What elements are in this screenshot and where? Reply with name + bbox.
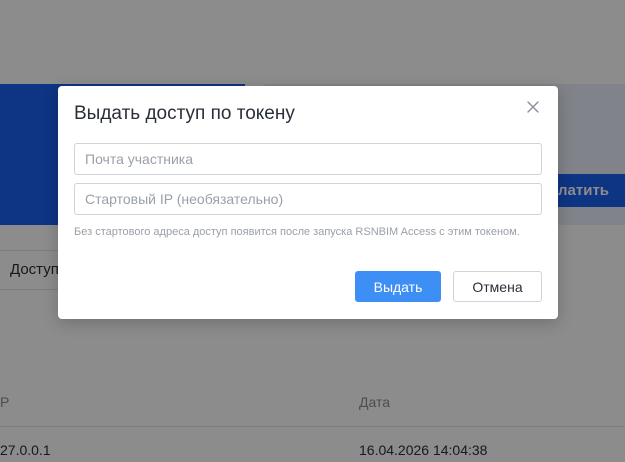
grant-button[interactable]: Выдать (355, 271, 441, 302)
close-icon[interactable] (523, 97, 543, 117)
cancel-button[interactable]: Отмена (453, 271, 542, 302)
email-field[interactable] (74, 143, 542, 175)
start-ip-field[interactable] (74, 183, 542, 215)
hint-text: Без стартового адреса доступ появится по… (74, 226, 520, 238)
dialog-title: Выдать доступ по токену (74, 103, 295, 124)
grant-token-access-dialog: Выдать доступ по токену Без стартового а… (58, 86, 558, 319)
